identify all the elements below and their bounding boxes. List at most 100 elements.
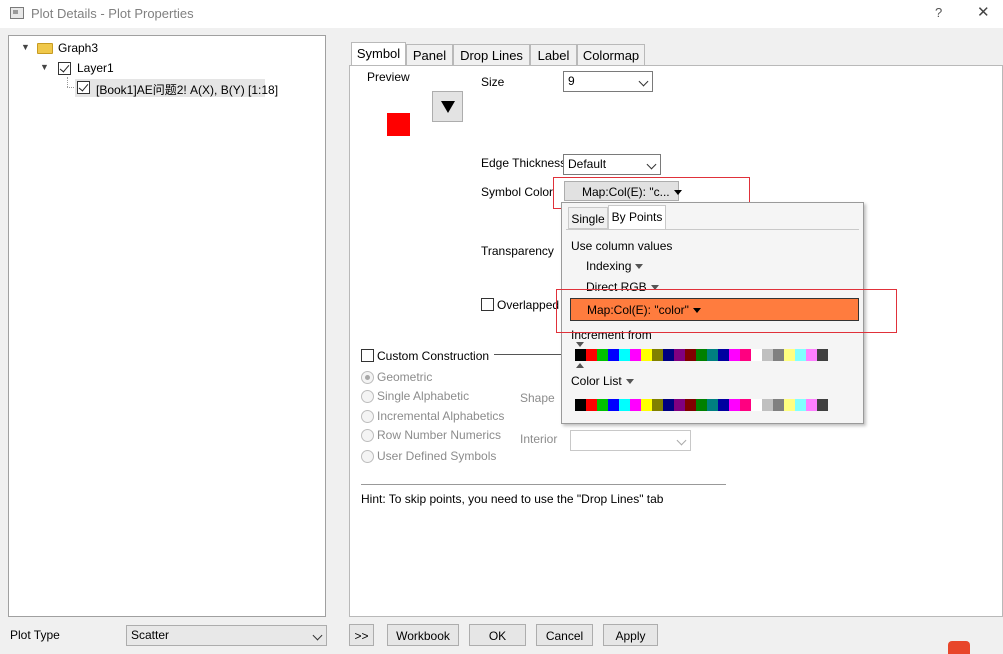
color-swatch[interactable]	[806, 399, 817, 411]
color-swatch[interactable]	[773, 399, 784, 411]
color-swatch[interactable]	[707, 399, 718, 411]
plot-type-combo[interactable]: Scatter	[126, 625, 327, 646]
color-swatch[interactable]	[597, 399, 608, 411]
expand-layer-icon[interactable]: ▼	[40, 62, 49, 72]
color-swatch[interactable]	[795, 349, 806, 361]
color-swatch[interactable]	[817, 349, 828, 361]
radio-user-defined-symbols[interactable]	[361, 450, 374, 463]
color-swatch[interactable]	[674, 399, 685, 411]
size-label: Size	[481, 75, 505, 89]
radio-incremental-alphabetics[interactable]	[361, 410, 374, 423]
symbol-gallery-button[interactable]	[432, 91, 463, 122]
color-swatch[interactable]	[586, 399, 597, 411]
symbol-color-value: Map:Col(E): "c...	[582, 185, 670, 199]
color-swatch[interactable]	[751, 399, 762, 411]
increment-marker-bottom-icon	[576, 363, 584, 368]
tab-symbol[interactable]: Symbol	[351, 42, 406, 66]
custom-construction-label: Custom Construction	[377, 349, 490, 363]
tree-item-layer[interactable]: Layer1	[77, 61, 114, 75]
size-combo[interactable]: 9	[563, 71, 653, 92]
tree-item-plot[interactable]: [Book1]AE问题2! A(X), B(Y) [1:18]	[96, 81, 278, 98]
color-swatch[interactable]	[696, 349, 707, 361]
plot-checkbox[interactable]	[77, 81, 90, 94]
popup-tab-by-points[interactable]: By Points	[608, 205, 666, 229]
color-swatch[interactable]	[729, 399, 740, 411]
color-swatch[interactable]	[685, 399, 696, 411]
color-swatch[interactable]	[575, 399, 586, 411]
color-swatch[interactable]	[784, 399, 795, 411]
interior-combo[interactable]	[570, 430, 691, 451]
color-swatch[interactable]	[630, 399, 641, 411]
color-swatch[interactable]	[608, 349, 619, 361]
expand-button[interactable]: >>	[349, 624, 374, 646]
color-swatch[interactable]	[586, 349, 597, 361]
color-swatch[interactable]	[696, 399, 707, 411]
color-swatch[interactable]	[773, 349, 784, 361]
symbol-color-button[interactable]: Map:Col(E): "c...	[564, 181, 682, 201]
color-swatch[interactable]	[740, 349, 751, 361]
single-alphabetic-label: Single Alphabetic	[377, 389, 470, 403]
window-title: Plot Details - Plot Properties	[31, 6, 194, 21]
color-swatch[interactable]	[652, 349, 663, 361]
close-button[interactable]: ✕	[977, 3, 990, 21]
color-swatch[interactable]	[641, 399, 652, 411]
tree-item-graph[interactable]: Graph3	[58, 41, 98, 55]
color-swatch[interactable]	[762, 399, 773, 411]
indexing-option[interactable]: Indexing	[586, 259, 644, 273]
color-swatch[interactable]	[619, 399, 630, 411]
tab-colormap[interactable]: Colormap	[577, 44, 645, 66]
color-swatch[interactable]	[795, 399, 806, 411]
radio-single-alphabetic[interactable]	[361, 390, 374, 403]
color-swatch[interactable]	[806, 349, 817, 361]
color-swatch[interactable]	[762, 349, 773, 361]
plot-tree[interactable]: ▼ Graph3 ▼ Layer1 [Book1]AE问题2! A(X), B(…	[8, 35, 326, 617]
triangle-down-icon	[441, 101, 455, 113]
workbook-button[interactable]: Workbook	[387, 624, 459, 646]
color-swatch[interactable]	[729, 349, 740, 361]
color-swatch[interactable]	[740, 399, 751, 411]
color-swatch[interactable]	[652, 399, 663, 411]
color-swatch[interactable]	[619, 349, 630, 361]
color-swatch[interactable]	[718, 399, 729, 411]
indexing-label: Indexing	[586, 259, 632, 273]
radio-row-number-numerics[interactable]	[361, 429, 374, 442]
chevron-down-icon	[312, 630, 323, 641]
apply-button[interactable]: Apply	[603, 624, 658, 646]
color-swatch[interactable]	[663, 399, 674, 411]
color-swatch[interactable]	[685, 349, 696, 361]
color-swatch[interactable]	[784, 349, 795, 361]
color-swatch[interactable]	[641, 349, 652, 361]
help-button[interactable]: ?	[935, 5, 942, 20]
custom-construction-checkbox[interactable]	[361, 349, 374, 362]
radio-geometric[interactable]	[361, 371, 374, 384]
color-swatch[interactable]	[718, 349, 729, 361]
color-swatch[interactable]	[817, 399, 828, 411]
color-swatch[interactable]	[663, 349, 674, 361]
tab-label[interactable]: Label	[530, 44, 577, 66]
color-swatch[interactable]	[674, 349, 685, 361]
expand-graph-icon[interactable]: ▼	[21, 42, 30, 52]
increment-swatch-row[interactable]	[575, 349, 854, 361]
color-swatch[interactable]	[608, 399, 619, 411]
color-swatch[interactable]	[751, 349, 762, 361]
layer-checkbox[interactable]	[58, 62, 71, 75]
symbol-color-label: Symbol Color	[481, 185, 554, 199]
color-list-label: Color List	[571, 374, 622, 388]
geometric-label: Geometric	[377, 370, 433, 384]
color-list-swatch-row[interactable]	[575, 399, 854, 411]
tab-drop-lines[interactable]: Drop Lines	[453, 44, 530, 66]
color-swatch[interactable]	[597, 349, 608, 361]
color-swatch[interactable]	[630, 349, 641, 361]
color-swatch[interactable]	[575, 349, 586, 361]
color-swatch[interactable]	[707, 349, 718, 361]
color-list-option[interactable]: Color List	[571, 374, 634, 388]
tab-panel[interactable]: Panel	[406, 44, 453, 66]
map-column-highlight	[556, 289, 897, 333]
overlapped-checkbox[interactable]	[481, 298, 494, 311]
popup-tab-line	[566, 229, 859, 230]
edge-thickness-combo[interactable]: Default	[563, 154, 661, 175]
popup-tab-single[interactable]: Single	[568, 207, 608, 229]
ok-button[interactable]: OK	[469, 624, 526, 646]
cancel-button[interactable]: Cancel	[536, 624, 593, 646]
ime-logo-icon	[948, 641, 970, 654]
